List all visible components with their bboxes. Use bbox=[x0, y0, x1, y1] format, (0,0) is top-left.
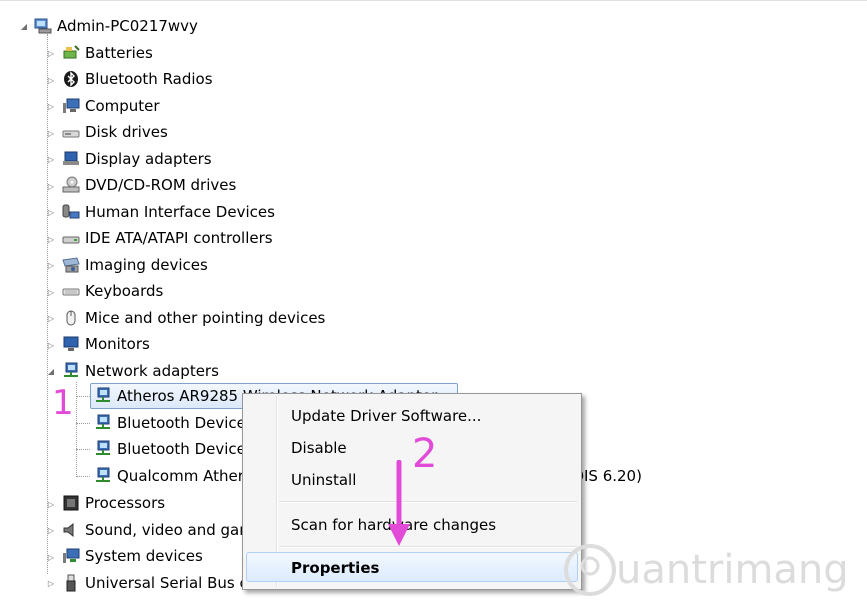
tree-item-disk-drives[interactable]: Disk drives bbox=[62, 120, 168, 144]
watermark-logo-icon bbox=[564, 544, 616, 596]
expand-arrow-icon[interactable]: ▷ bbox=[47, 261, 55, 270]
tree-item-label: Computer bbox=[85, 97, 160, 115]
disk-drive-icon bbox=[62, 130, 80, 138]
step-2-annotation: 2 bbox=[412, 431, 438, 477]
menu-separator bbox=[279, 501, 577, 503]
tree-connector-line bbox=[76, 476, 90, 477]
collapse-arrow-icon[interactable]: ◢ bbox=[47, 367, 55, 376]
tree-item-label: IDE ATA/ATAPI controllers bbox=[85, 229, 273, 247]
menu-separator bbox=[279, 546, 577, 548]
step-1-annotation: 1 bbox=[52, 383, 74, 423]
arrow-down-annotation-icon bbox=[388, 460, 410, 546]
tree-item-system-devices[interactable]: System devices bbox=[62, 544, 203, 568]
tree-item-keyboards[interactable]: Keyboards bbox=[62, 279, 163, 303]
menu-item-properties[interactable]: Properties bbox=[291, 559, 379, 577]
expand-arrow-icon[interactable]: ▷ bbox=[47, 155, 55, 164]
watermark-text: uantrimang bbox=[616, 548, 849, 592]
expand-arrow-icon[interactable]: ▷ bbox=[47, 208, 55, 217]
tree-item-label: Display adapters bbox=[85, 150, 212, 168]
tree-item-computer[interactable]: Computer bbox=[62, 94, 160, 118]
tree-connector-line bbox=[76, 449, 90, 450]
ide-controller-icon bbox=[62, 236, 80, 244]
tree-item-human-interface-devices[interactable]: Human Interface Devices bbox=[62, 200, 275, 224]
network-adapter-icon bbox=[96, 414, 110, 429]
usb-icon bbox=[66, 574, 76, 592]
system-device-icon bbox=[63, 548, 80, 563]
tree-item-ide-controllers[interactable]: IDE ATA/ATAPI controllers bbox=[62, 226, 273, 250]
tree-item-dvd-drives[interactable]: DVD/CD-ROM drives bbox=[62, 173, 236, 197]
tree-item-label: Imaging devices bbox=[85, 256, 208, 274]
expand-arrow-icon[interactable]: ▷ bbox=[47, 314, 55, 323]
bluetooth-icon bbox=[64, 71, 78, 87]
tree-item-imaging-devices[interactable]: Imaging devices bbox=[62, 253, 208, 277]
computer-root-icon bbox=[34, 18, 52, 34]
camera-icon bbox=[62, 257, 80, 273]
battery-icon bbox=[63, 45, 80, 59]
tree-item-processors[interactable]: Processors bbox=[62, 491, 165, 515]
expand-arrow-icon[interactable]: ▷ bbox=[47, 526, 55, 535]
expand-arrow-icon[interactable]: ▷ bbox=[47, 579, 55, 588]
network-adapter-icon bbox=[64, 362, 78, 377]
computer-icon bbox=[63, 98, 80, 113]
collapse-arrow-icon[interactable]: ◢ bbox=[20, 22, 28, 31]
expand-arrow-icon[interactable]: ▷ bbox=[47, 288, 55, 297]
tree-root-label: Admin-PC0217wvy bbox=[57, 17, 198, 35]
tree-item-label: System devices bbox=[85, 547, 203, 565]
expand-arrow-icon[interactable]: ▷ bbox=[47, 76, 55, 85]
tree-item-label: Monitors bbox=[85, 335, 150, 353]
expand-arrow-icon[interactable]: ▷ bbox=[47, 102, 55, 111]
network-adapter-icon bbox=[96, 387, 110, 402]
expand-arrow-icon[interactable]: ▷ bbox=[47, 182, 55, 191]
tree-root[interactable]: Admin-PC0217wvy bbox=[34, 14, 198, 38]
expand-arrow-icon[interactable]: ▷ bbox=[47, 49, 55, 58]
tree-item-label: Network adapters bbox=[85, 362, 219, 380]
tree-item-batteries[interactable]: Batteries bbox=[62, 41, 153, 65]
dvd-drive-icon bbox=[62, 176, 80, 193]
tree-item-display-adapters[interactable]: Display adapters bbox=[62, 147, 212, 171]
tree-item-label: Mice and other pointing devices bbox=[85, 309, 326, 327]
tree-item-label: Batteries bbox=[85, 44, 153, 62]
menu-item-update-driver[interactable]: Update Driver Software... bbox=[291, 407, 481, 425]
expand-arrow-icon[interactable]: ▷ bbox=[47, 129, 55, 138]
tree-item-label: DVD/CD-ROM drives bbox=[85, 176, 237, 194]
network-adapter-icon bbox=[96, 467, 110, 482]
tree-connector-line bbox=[47, 34, 48, 574]
tree-item-label: Bluetooth Radios bbox=[85, 70, 213, 88]
tree-item-label: Disk drives bbox=[85, 123, 168, 141]
tree-connector-line bbox=[76, 396, 90, 397]
expand-arrow-icon[interactable]: ▷ bbox=[47, 235, 55, 244]
tree-item-bluetooth-radios[interactable]: Bluetooth Radios bbox=[62, 67, 213, 91]
tree-item-label: Processors bbox=[85, 494, 166, 512]
tree-connector-line bbox=[76, 423, 90, 424]
speaker-icon bbox=[63, 522, 74, 538]
tree-item-mice[interactable]: Mice and other pointing devices bbox=[62, 306, 325, 330]
expand-arrow-icon[interactable]: ▷ bbox=[47, 341, 55, 350]
expand-arrow-icon[interactable]: ▷ bbox=[47, 500, 55, 509]
menu-item-disable[interactable]: Disable bbox=[291, 439, 347, 457]
tree-item-label: Keyboards bbox=[85, 282, 164, 300]
network-adapter-icon bbox=[96, 440, 110, 455]
tree-item-network-adapters[interactable]: Network adapters bbox=[62, 359, 219, 383]
tree-item-monitors[interactable]: Monitors bbox=[62, 332, 150, 356]
display-adapter-icon bbox=[63, 151, 79, 165]
tree-item-label: Human Interface Devices bbox=[85, 203, 275, 221]
expand-arrow-icon[interactable]: ▷ bbox=[47, 553, 55, 562]
keyboard-icon bbox=[62, 288, 80, 296]
monitor-icon bbox=[63, 336, 79, 351]
hid-icon bbox=[62, 204, 80, 219]
menu-item-uninstall[interactable]: Uninstall bbox=[291, 471, 356, 489]
processor-icon bbox=[63, 495, 79, 511]
mouse-icon bbox=[66, 310, 76, 326]
